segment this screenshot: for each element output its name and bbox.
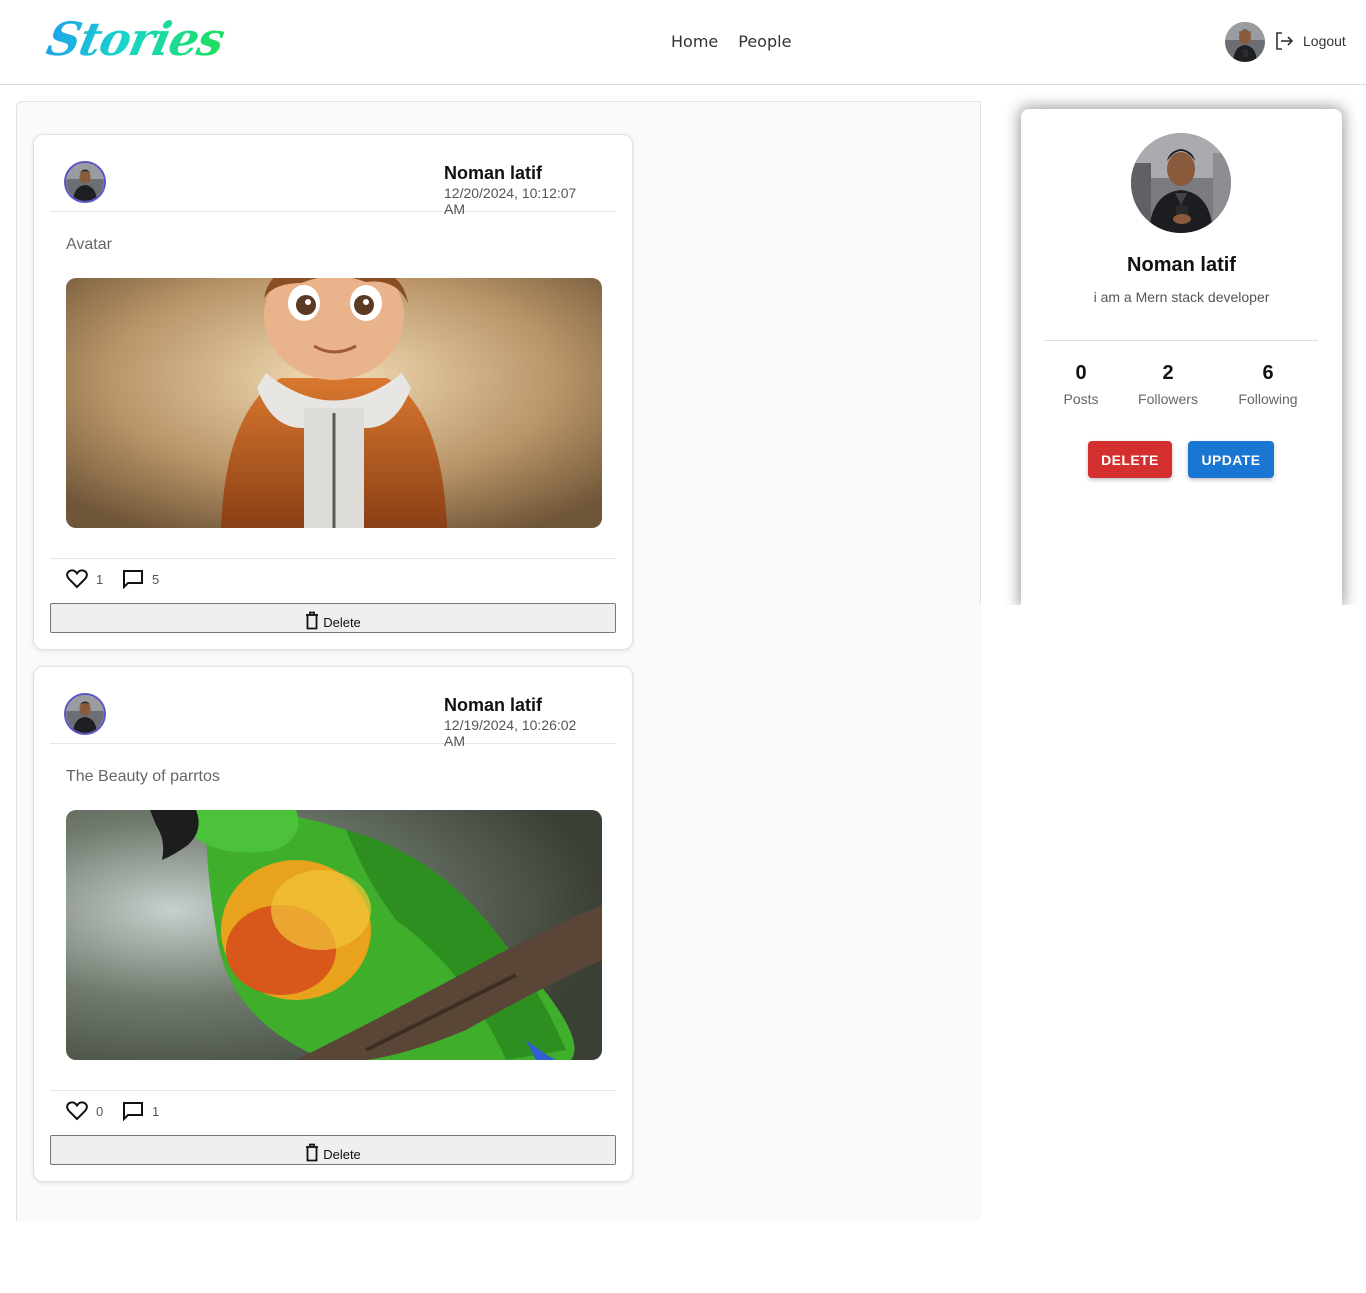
feed-divider <box>980 101 981 605</box>
post-caption: The Beauty of parrtos <box>66 768 220 785</box>
post-date: 12/19/2024, 10:26:02 AM <box>444 717 577 749</box>
stat-value: 0 <box>1075 362 1087 384</box>
nav-links: Home People <box>671 32 791 51</box>
trash-icon <box>305 611 319 630</box>
post-card: Noman latif 12/20/2024, 10:12:07 AM Avat… <box>33 134 633 650</box>
update-profile-button[interactable]: UPDATE <box>1188 441 1274 478</box>
user-avatar[interactable] <box>1225 22 1265 62</box>
stat-label: Posts <box>1063 391 1099 407</box>
comment-button[interactable]: 1 <box>122 1101 159 1121</box>
stat-label: Followers <box>1138 391 1198 407</box>
profile-bio: i am a Mern stack developer <box>1093 289 1270 305</box>
post-caption: Avatar <box>66 236 112 253</box>
post-actions-divider <box>50 558 616 559</box>
post-header: Noman latif 12/20/2024, 10:12:07 AM <box>50 135 616 217</box>
like-button[interactable]: 1 <box>66 569 103 589</box>
post-card: Noman latif 12/19/2024, 10:26:02 AM The … <box>33 666 633 1182</box>
post-date: 12/20/2024, 10:12:07 AM <box>444 185 577 217</box>
trash-icon <box>305 1143 319 1162</box>
stat-value: 6 <box>1262 362 1274 384</box>
nav-home-link[interactable]: Home <box>671 32 718 51</box>
stat-value: 2 <box>1162 362 1174 384</box>
profile-name: Noman latif <box>1127 254 1236 276</box>
stat-following[interactable]: 6 Following <box>1218 362 1318 407</box>
delete-profile-button[interactable]: DELETE <box>1088 441 1172 478</box>
logout-button[interactable]: Logout <box>1275 32 1346 50</box>
delete-post-button[interactable]: Delete <box>50 603 616 633</box>
stat-followers[interactable]: 2 Followers <box>1118 362 1218 407</box>
like-count: 1 <box>96 571 104 587</box>
comment-count: 5 <box>152 571 160 587</box>
post-image <box>66 278 602 528</box>
nav-people-link[interactable]: People <box>738 32 791 51</box>
post-actions-divider <box>50 1090 616 1091</box>
logo-text: Stories <box>41 8 229 70</box>
delete-label: Delete <box>323 1147 361 1162</box>
like-count: 0 <box>96 1103 104 1119</box>
post-author-avatar[interactable] <box>64 693 106 735</box>
navbar: Stories Home People Logout <box>0 0 1366 85</box>
profile-divider <box>1045 340 1318 341</box>
post-header: Noman latif 12/19/2024, 10:26:02 AM <box>50 667 616 749</box>
comment-count: 1 <box>152 1103 160 1119</box>
post-image <box>66 810 602 1060</box>
heart-icon <box>66 1101 88 1121</box>
comment-icon <box>122 569 144 589</box>
delete-label: Delete <box>323 615 361 630</box>
post-author-name[interactable]: Noman latif <box>444 163 600 184</box>
post-author-name[interactable]: Noman latif <box>444 695 600 716</box>
post-author-avatar[interactable] <box>64 161 106 203</box>
stories-logo[interactable]: Stories <box>42 8 229 70</box>
stat-posts: 0 Posts <box>1031 362 1131 407</box>
like-button[interactable]: 0 <box>66 1101 103 1121</box>
profile-avatar <box>1131 133 1231 233</box>
delete-post-button[interactable]: Delete <box>50 1135 616 1165</box>
comment-icon <box>122 1101 144 1121</box>
stat-label: Following <box>1238 391 1298 407</box>
heart-icon <box>66 569 88 589</box>
logout-label: Logout <box>1303 33 1346 49</box>
comment-button[interactable]: 5 <box>122 569 159 589</box>
logout-icon <box>1275 32 1294 50</box>
profile-card: Noman latif i am a Mern stack developer … <box>1021 109 1342 605</box>
